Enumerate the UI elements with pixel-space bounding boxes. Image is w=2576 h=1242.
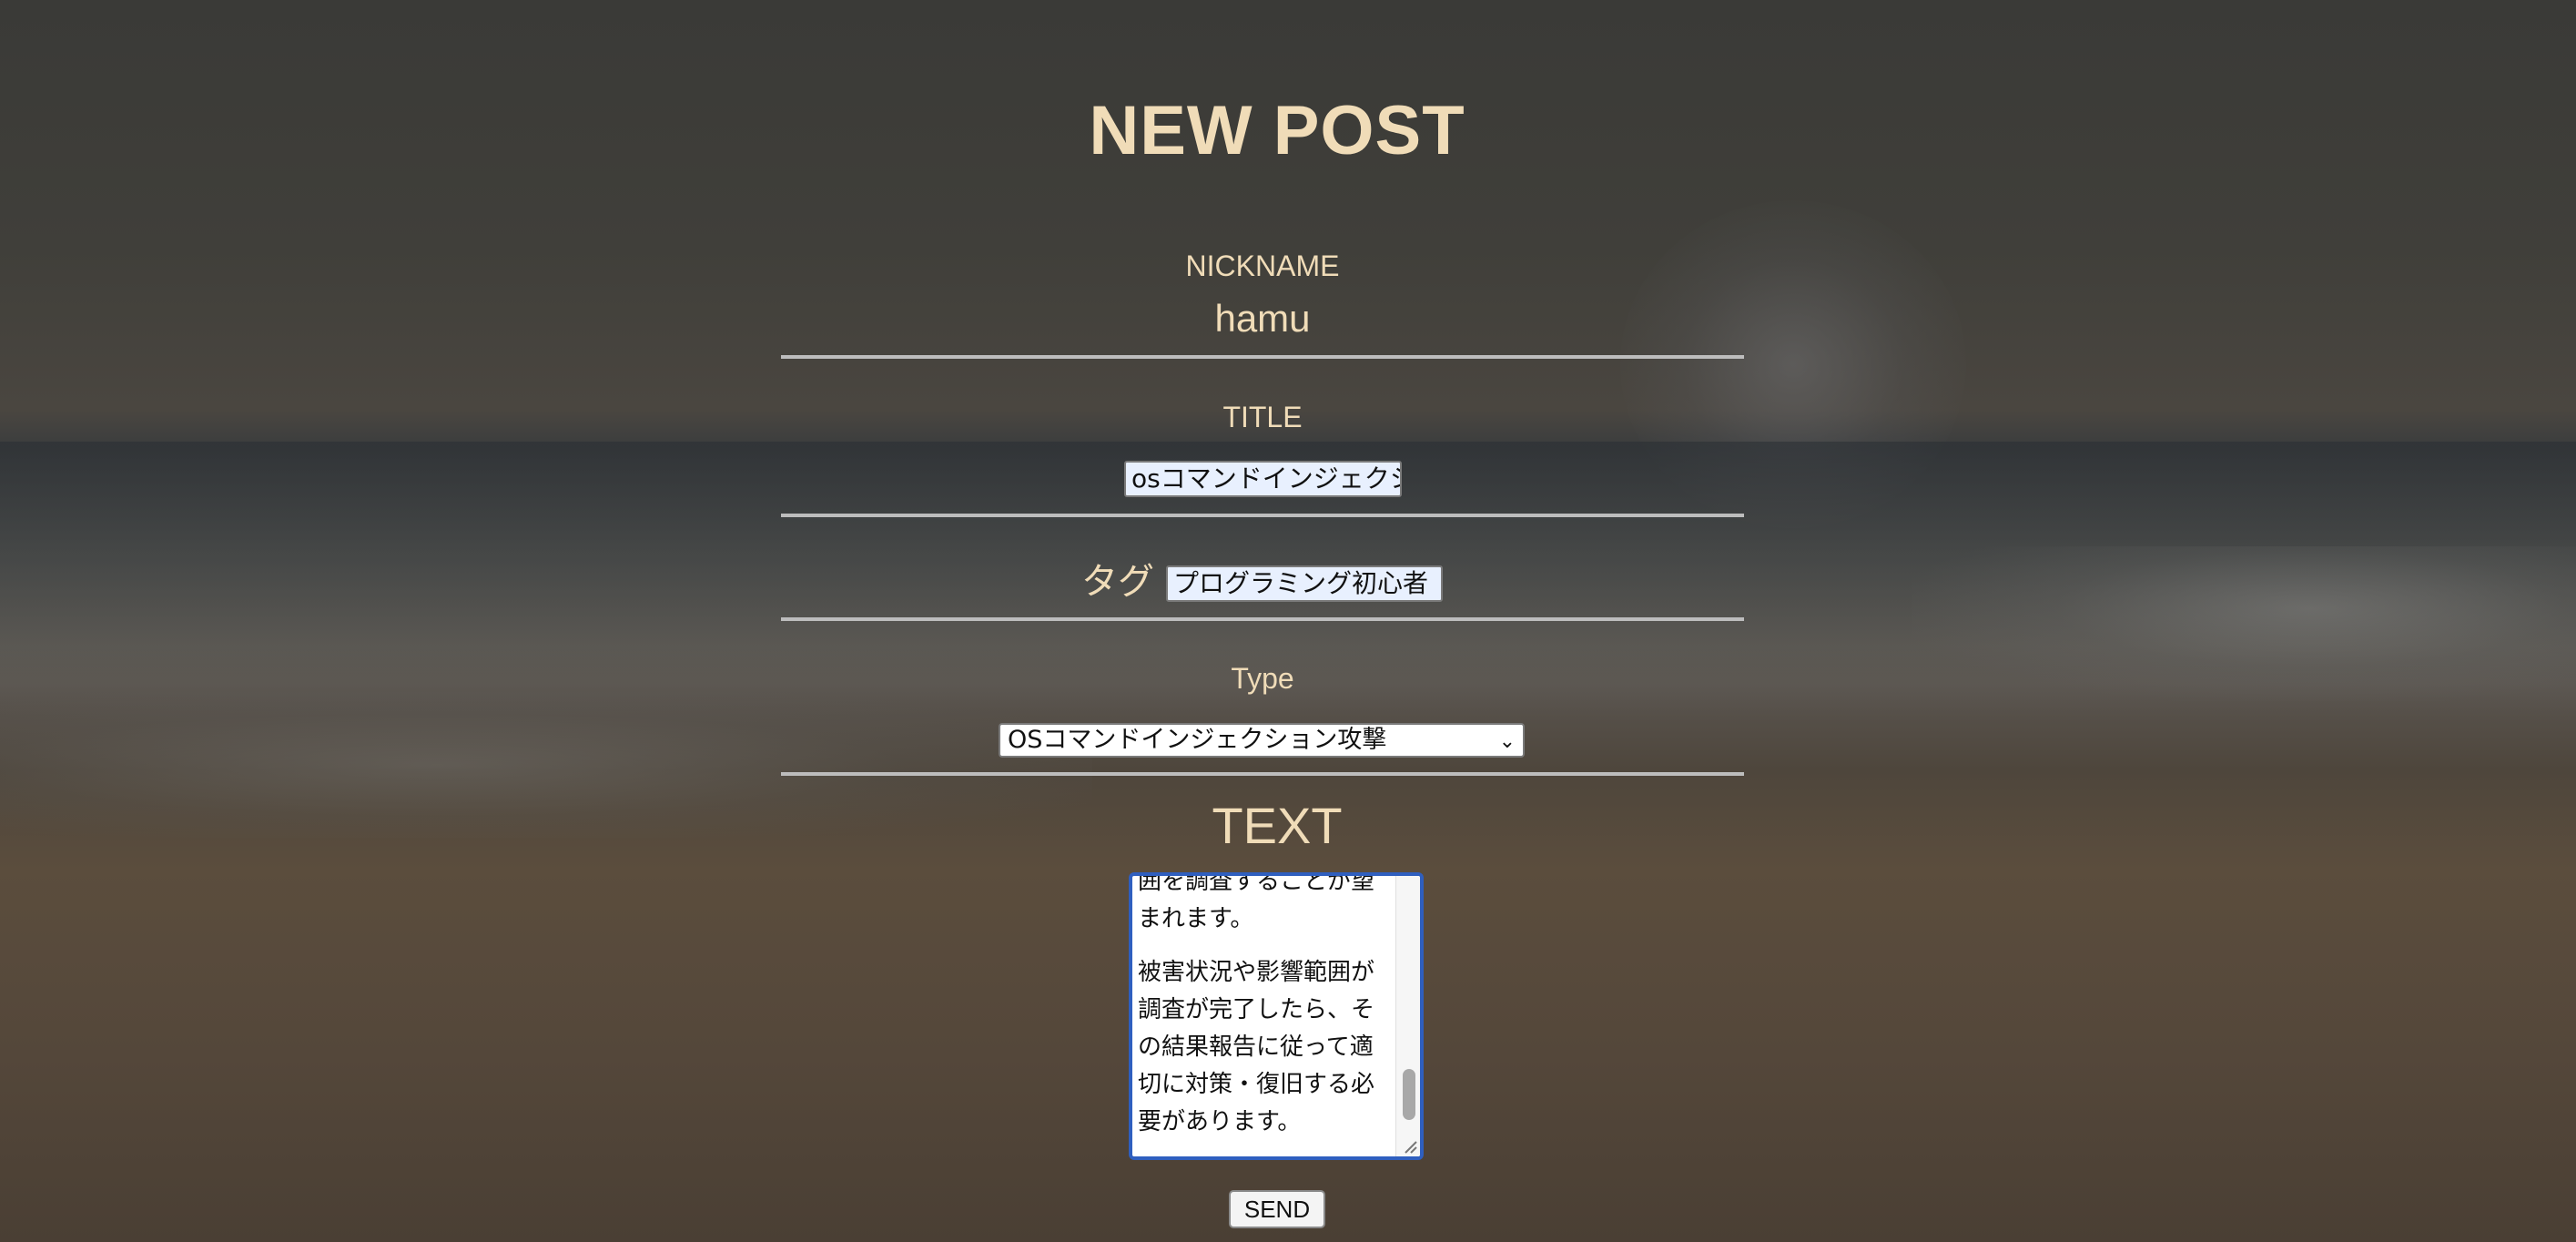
- tag-label: タグ: [1081, 561, 1154, 603]
- textarea-scrollbar[interactable]: [1395, 876, 1420, 1156]
- type-divider: [781, 772, 1744, 776]
- new-post-form: NEW POST NICKNAME hamu TITLE osコマンドインジェク…: [0, 0, 2576, 1242]
- scrollbar-thumb[interactable]: [1403, 1069, 1415, 1120]
- resize-grip-icon[interactable]: [1402, 1138, 1418, 1155]
- text-line: 被害状況や影響範囲が: [1138, 959, 1375, 986]
- text-line: 切に対策・復旧する必: [1138, 1071, 1375, 1098]
- tag-input[interactable]: プログラミング初心者: [1166, 565, 1443, 602]
- page-title: NEW POST: [1089, 92, 1465, 169]
- type-label: Type: [1231, 662, 1294, 695]
- tag-divider: [781, 617, 1744, 621]
- text-line: 調査が完了したら、そ: [1138, 996, 1375, 1023]
- text-textarea[interactable]: 囲を調査することが望 まれます。 被害状況や影響範囲が 調査が完了したら、そ の…: [1129, 872, 1424, 1160]
- send-button[interactable]: SEND: [1229, 1190, 1325, 1228]
- type-select-value: OSコマンドインジェクション攻撃: [1008, 726, 1387, 754]
- text-line: 囲を調査することが望: [1138, 872, 1375, 895]
- text-line: の結果報告に従って適: [1138, 1033, 1374, 1061]
- title-input[interactable]: osコマンドインジェクシ: [1124, 461, 1402, 497]
- text-line: まれます。: [1138, 905, 1254, 932]
- nickname-label: NICKNAME: [1185, 249, 1340, 282]
- title-divider: [781, 514, 1744, 517]
- type-select[interactable]: OSコマンドインジェクション攻撃 ⌄: [999, 723, 1525, 758]
- nickname-value: hamu: [1214, 297, 1311, 340]
- chevron-down-icon: ⌄: [1498, 730, 1516, 753]
- title-label: TITLE: [1222, 401, 1303, 433]
- textarea-content: 囲を調査することが望 まれます。 被害状況や影響範囲が 調査が完了したら、そ の…: [1138, 872, 1393, 1156]
- nickname-divider: [781, 355, 1744, 359]
- text-label: TEXT: [1212, 797, 1343, 854]
- text-line: 要があります。: [1138, 1108, 1302, 1135]
